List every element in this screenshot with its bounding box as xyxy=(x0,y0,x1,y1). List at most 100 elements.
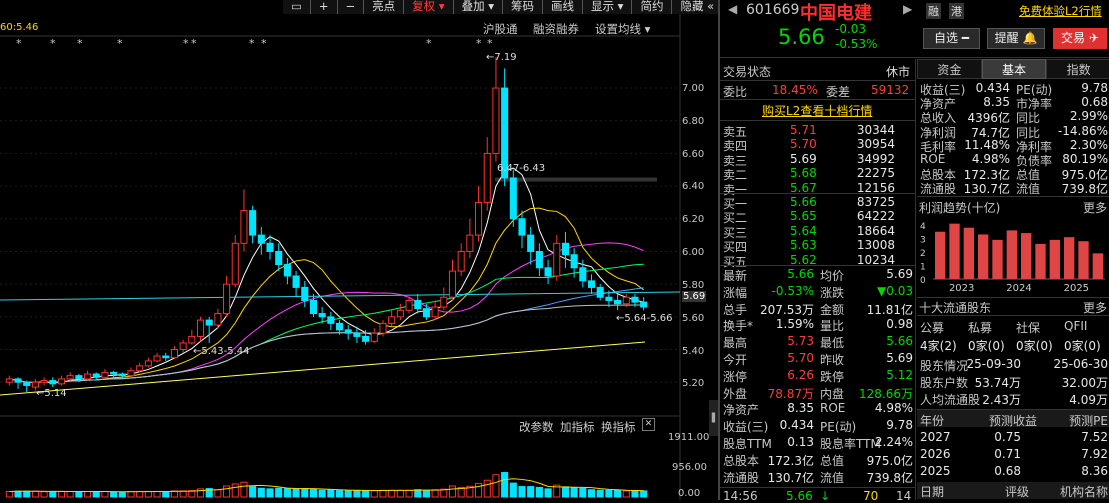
volume-bar xyxy=(92,491,100,498)
candle-body xyxy=(179,342,187,351)
candle-body xyxy=(66,375,74,380)
tab-change-param[interactable]: 改参数 xyxy=(519,419,554,435)
holders-row-cell: 股东户数 xyxy=(920,376,969,390)
volume-bar xyxy=(379,489,387,498)
forecast-foot: 日期 xyxy=(920,485,945,499)
profit-bar xyxy=(1092,253,1103,279)
add-watchlist-button[interactable]: 自选 ━ xyxy=(923,28,980,49)
resistance-band xyxy=(495,177,657,182)
quote-cell: 总手 xyxy=(723,302,748,317)
trade-button[interactable]: 交易 ✈ xyxy=(1053,28,1107,49)
tab-basic[interactable]: 基本 xyxy=(981,59,1047,79)
toolbar-minus-icon[interactable]: − xyxy=(337,0,365,14)
candle-body xyxy=(309,299,318,315)
forecast-col: 年份 xyxy=(920,414,945,428)
l2-link[interactable]: 购买L2查看十档行情 xyxy=(762,102,872,119)
volume-bar xyxy=(118,491,126,498)
volume-bar xyxy=(23,490,31,498)
volume-bar xyxy=(370,490,378,498)
tick-vol: 70 xyxy=(863,489,879,503)
profit-year-label: 2024 xyxy=(1006,283,1031,294)
profit-yaxis-label: 1 xyxy=(920,263,926,273)
bids-level[interactable]: 买二 5.65 64222 xyxy=(720,209,915,225)
bids-volume: 83725 xyxy=(856,195,895,209)
orderbook-column: 交易状态 休市 委比 18.45% 委差 59132 购买L2查看十档行情 卖五… xyxy=(720,59,916,503)
holders-val: 0家(0) xyxy=(1064,339,1101,353)
profit-more[interactable]: 更多 xyxy=(1083,199,1107,216)
basic-cell: 流通股 xyxy=(920,182,957,197)
quote-cell: PE(动) xyxy=(820,420,857,435)
profit-bar xyxy=(1049,239,1060,279)
asks-price: 5.68 xyxy=(790,166,817,181)
tab-margin[interactable]: 融资融券 xyxy=(533,21,579,37)
toolbar-chips[interactable]: 筹码 xyxy=(503,0,544,14)
tab-index[interactable]: 指数 xyxy=(1046,59,1109,79)
quote-cell: 128.66万 xyxy=(859,386,913,401)
bids-level[interactable]: 买一 5.66 83725 xyxy=(720,195,915,211)
forecast-row-cell: 7.92 xyxy=(1081,447,1108,461)
promo-link[interactable]: 免费体验L2行情 xyxy=(1019,3,1102,19)
event-marker: * xyxy=(16,37,22,50)
volume-bar xyxy=(561,486,569,498)
candle-body xyxy=(466,234,474,252)
asks-level[interactable]: 卖四 5.70 30954 xyxy=(720,137,915,153)
quote-cell: 净资产 xyxy=(723,403,760,418)
candle-body xyxy=(257,234,265,244)
bids-level[interactable]: 买四 5.63 13008 xyxy=(720,238,915,254)
quote-cell: 5.69 xyxy=(886,267,913,281)
next-stock-icon[interactable]: ▶ xyxy=(903,2,912,16)
candle-body xyxy=(92,373,100,378)
volume-bar xyxy=(475,482,483,498)
profit-yaxis-label: 2 xyxy=(920,249,926,259)
tab-hk-connect[interactable]: 沪股通 xyxy=(483,21,518,37)
candle-body xyxy=(475,201,483,236)
forecast-foot: 机构名称 xyxy=(1059,485,1108,499)
tick-price: 5.66 xyxy=(786,489,813,503)
tab-switch-indicator[interactable]: 换指标 xyxy=(601,419,636,435)
toolbar-draw[interactable]: 画线 xyxy=(543,0,584,14)
quote-cell: ▼0.03 xyxy=(877,283,913,298)
tab-capital[interactable]: 资金 xyxy=(917,59,982,79)
event-marker: * xyxy=(50,37,56,50)
toolbar-overlay[interactable]: 叠加 ▾ xyxy=(453,0,504,14)
event-marker: * xyxy=(476,37,482,50)
scroll-handle[interactable]: ❚ xyxy=(709,400,718,436)
tab-add-indicator[interactable]: 加指标 xyxy=(560,419,595,435)
kline-chart[interactable]: * * * * * * * * * * * 60:5.46 ▭ + − 亮点 复权 ▾ 叠加 ▾ 筹… xyxy=(0,0,750,500)
bids-price: 5.66 xyxy=(790,195,817,209)
toolbar-plus-icon[interactable]: + xyxy=(310,0,338,14)
asks-level[interactable]: 卖五 5.71 30344 xyxy=(720,123,915,139)
quote-cell: 内盘 xyxy=(820,386,845,401)
toolbar-grid-icon[interactable]: ▭ xyxy=(283,0,311,14)
candle-body xyxy=(127,370,135,377)
candle-body xyxy=(509,177,517,220)
holders-more[interactable]: 更多 xyxy=(1083,299,1107,316)
candle-body xyxy=(75,375,83,380)
candle-body xyxy=(631,296,639,303)
quote-cell: 涨跌 xyxy=(820,285,845,300)
toolbar-simple[interactable]: 简约 xyxy=(632,0,673,14)
candle-body xyxy=(23,381,31,386)
close-icon[interactable]: ✕ xyxy=(642,418,655,431)
toolbar-highlight[interactable]: 亮点 xyxy=(364,0,405,14)
label-low-price: ←5.14 xyxy=(36,388,67,399)
tab-ma-settings[interactable]: 设置均线 ▾ xyxy=(595,21,650,37)
prev-stock-icon[interactable]: ◀ xyxy=(728,2,737,16)
asks-level[interactable]: 卖二 5.68 22275 xyxy=(720,166,915,182)
candle-body xyxy=(614,299,622,305)
remind-button[interactable]: 提醒 🔔 xyxy=(987,28,1045,49)
toolbar-adjust[interactable]: 复权 ▾ xyxy=(404,0,454,14)
stock-code: 601669 xyxy=(746,2,800,18)
toolbar-display[interactable]: 显示 ▾ xyxy=(583,0,633,14)
asks-level[interactable]: 卖三 5.69 34992 xyxy=(720,152,915,168)
quote-cell: 8.35 xyxy=(787,401,814,416)
current-price-marker: 5.69 xyxy=(682,291,707,302)
asks-volume: 30344 xyxy=(856,123,895,137)
bids-level[interactable]: 买三 5.64 18664 xyxy=(720,224,915,240)
candle-body xyxy=(214,313,222,326)
quote-cell: 0.13 xyxy=(787,435,814,449)
profit-yaxis-label: 0 xyxy=(920,276,926,286)
profit-bar xyxy=(978,234,989,279)
volume-bar xyxy=(483,479,491,498)
profit-year-label: 2023 xyxy=(949,283,974,294)
